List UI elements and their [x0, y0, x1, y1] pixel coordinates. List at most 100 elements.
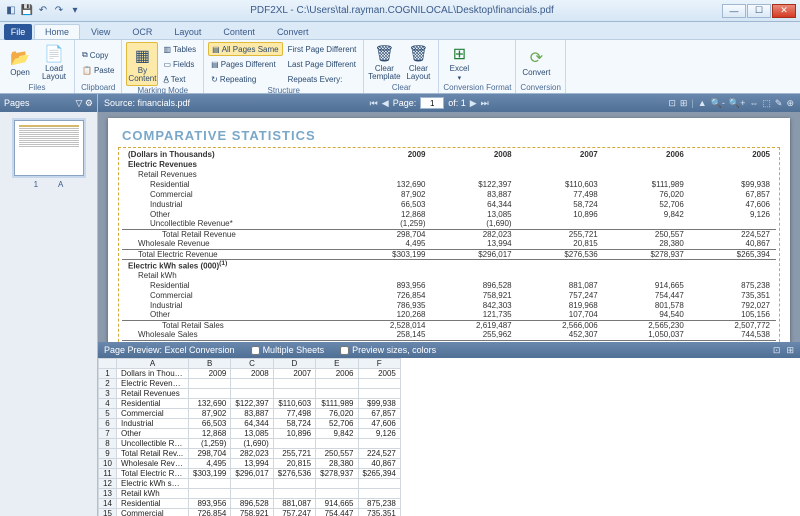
row-header[interactable]: 15 [99, 509, 117, 516]
tab-home[interactable]: Home [34, 24, 80, 39]
options-icon[interactable]: ⚙ [85, 98, 93, 108]
col-header[interactable] [99, 359, 117, 369]
cell[interactable]: 914,665 [316, 499, 358, 509]
cell[interactable]: 224,527 [358, 449, 400, 459]
qat-redo-icon[interactable]: ↷ [52, 4, 66, 18]
cell[interactable]: 10,896 [273, 429, 315, 439]
paste-button[interactable]: 📋Paste [79, 63, 117, 77]
cell[interactable] [273, 479, 315, 489]
col-header[interactable]: A [117, 359, 189, 369]
col-header[interactable]: E [316, 359, 358, 369]
cell[interactable] [189, 379, 231, 389]
cell[interactable]: 2005 [358, 369, 400, 379]
cell[interactable] [316, 379, 358, 389]
row-header[interactable]: 1 [99, 369, 117, 379]
cell[interactable]: 881,087 [273, 499, 315, 509]
multiple-sheets-checkbox[interactable]: Multiple Sheets [251, 345, 325, 355]
cell[interactable]: $122,397 [231, 399, 273, 409]
first-page-icon[interactable]: ⏮ [370, 98, 378, 109]
cell[interactable]: $111,989 [316, 399, 358, 409]
cell[interactable]: 2008 [231, 369, 273, 379]
cell[interactable]: 875,238 [358, 499, 400, 509]
page-thumbnail[interactable] [14, 120, 84, 176]
text-button[interactable]: A̲Text [160, 72, 199, 86]
close-button[interactable]: ✕ [772, 4, 796, 18]
cell[interactable] [358, 479, 400, 489]
row-header[interactable]: 11 [99, 469, 117, 479]
convert-button[interactable]: ⟳Convert [520, 42, 552, 83]
row-header[interactable]: 4 [99, 399, 117, 409]
filter-icon[interactable]: ▽ [75, 98, 82, 108]
tab-content[interactable]: Content [212, 24, 266, 39]
cell[interactable]: 132,690 [189, 399, 231, 409]
col-header[interactable]: C [231, 359, 273, 369]
cell[interactable] [273, 439, 315, 449]
row-header[interactable]: 9 [99, 449, 117, 459]
cell[interactable] [189, 479, 231, 489]
fields-button[interactable]: ▭Fields [160, 57, 199, 71]
cell[interactable] [231, 479, 273, 489]
cell[interactable]: 12,868 [189, 429, 231, 439]
cell[interactable]: 13,085 [231, 429, 273, 439]
cell[interactable]: 83,887 [231, 409, 273, 419]
cell[interactable]: 250,557 [316, 449, 358, 459]
cell[interactable]: Retail Revenues [117, 389, 189, 399]
cell[interactable]: 58,724 [273, 419, 315, 429]
row-header[interactable]: 10 [99, 459, 117, 469]
cell[interactable]: 77,498 [273, 409, 315, 419]
cell[interactable]: 9,842 [316, 429, 358, 439]
maximize-button[interactable]: ☐ [747, 4, 771, 18]
cell[interactable]: 754,447 [316, 509, 358, 516]
cell[interactable]: 298,704 [189, 449, 231, 459]
tab-view[interactable]: View [80, 24, 121, 39]
cell[interactable]: 2009 [189, 369, 231, 379]
copy-button[interactable]: ⧉Copy [79, 48, 117, 62]
cell[interactable]: 64,344 [231, 419, 273, 429]
all-pages-same-button[interactable]: ▤All Pages Same [208, 42, 282, 56]
cell[interactable]: $296,017 [231, 469, 273, 479]
cell[interactable]: Wholesale Reve... [117, 459, 189, 469]
cell[interactable] [231, 489, 273, 499]
fit-page-icon[interactable]: ⬚ [762, 98, 771, 109]
cell[interactable]: 893,956 [189, 499, 231, 509]
cell[interactable]: 758,921 [231, 509, 273, 516]
cell[interactable]: 13,994 [231, 459, 273, 469]
col-header[interactable]: F [358, 359, 400, 369]
cell[interactable] [358, 439, 400, 449]
cell[interactable] [358, 489, 400, 499]
cell[interactable]: 76,020 [316, 409, 358, 419]
cell[interactable]: Uncollectible Rev... [117, 439, 189, 449]
cell[interactable]: $99,938 [358, 399, 400, 409]
cell[interactable]: 87,902 [189, 409, 231, 419]
cell[interactable]: Residential [117, 399, 189, 409]
cell[interactable]: $303,199 [189, 469, 231, 479]
excel-preview[interactable]: ABCDEF1Dollars in Thous...20092008200720… [98, 358, 800, 516]
row-header[interactable]: 2 [99, 379, 117, 389]
qat-more-icon[interactable]: ▾ [68, 4, 82, 18]
cell[interactable]: $278,937 [316, 469, 358, 479]
tool-icon[interactable]: ⊕ [786, 98, 794, 109]
cell[interactable] [273, 389, 315, 399]
by-content-button[interactable]: ▦By Content [126, 42, 158, 86]
cell[interactable]: 20,815 [273, 459, 315, 469]
preview-sizes-checkbox[interactable]: Preview sizes, colors [340, 345, 436, 355]
cell[interactable]: 66,503 [189, 419, 231, 429]
next-page-icon[interactable]: ▶ [470, 98, 477, 109]
cell[interactable]: 52,706 [316, 419, 358, 429]
row-header[interactable]: 13 [99, 489, 117, 499]
row-header[interactable]: 7 [99, 429, 117, 439]
cell[interactable] [231, 389, 273, 399]
cell[interactable]: 67,857 [358, 409, 400, 419]
cell[interactable] [316, 439, 358, 449]
cell[interactable] [273, 489, 315, 499]
cell[interactable]: 735,351 [358, 509, 400, 516]
cell[interactable]: 282,023 [231, 449, 273, 459]
cell[interactable]: 9,126 [358, 429, 400, 439]
pointer-icon[interactable]: ▲ [698, 98, 707, 109]
cell[interactable]: (1,259) [189, 439, 231, 449]
open-button[interactable]: 📂Open [4, 42, 36, 83]
clear-template-button[interactable]: 🗑Clear Template [368, 42, 400, 83]
fit-width-icon[interactable]: ⇔ [749, 98, 758, 109]
preview-tool-icon[interactable]: ⊞ [786, 345, 794, 356]
page-input[interactable] [420, 97, 444, 109]
